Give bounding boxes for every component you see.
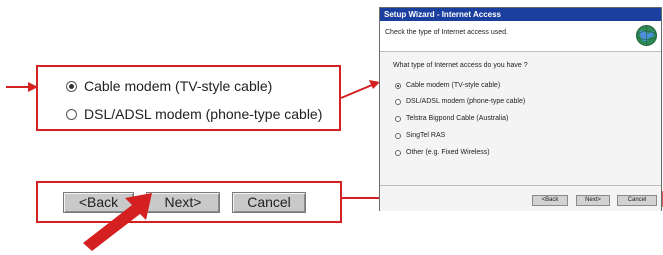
wizard-question: What type of Internet access do you have…	[393, 62, 528, 69]
radio-checked-icon[interactable]	[395, 82, 401, 89]
radio-unchecked-icon[interactable]	[395, 115, 401, 122]
wizard-subtitle: Check the type of Internet access used.	[385, 29, 508, 36]
radio-unchecked-icon[interactable]	[66, 108, 77, 120]
setup-wizard-window: Setup Wizard - Internet Access Check the…	[379, 7, 662, 211]
wizard-footer: <Back Next> Cancel	[380, 185, 661, 211]
wizard-option-other[interactable]: Other (e.g. Fixed Wireless)	[395, 149, 490, 156]
wizard-option-dsl[interactable]: DSL/ADSL modem (phone-type cable)	[395, 98, 525, 105]
wizard-back-button[interactable]: <Back	[532, 195, 568, 206]
zoom-cancel-button[interactable]: Cancel	[232, 192, 306, 213]
wizard-body: What type of Internet access do you have…	[380, 52, 661, 195]
radio-unchecked-icon[interactable]	[395, 98, 401, 105]
wizard-cancel-button[interactable]: Cancel	[617, 195, 657, 206]
pointer-arrow-icon	[83, 193, 152, 251]
zoom-option-dsl[interactable]: DSL/ADSL modem (phone-type cable)	[66, 106, 322, 122]
wizard-titlebar: Setup Wizard - Internet Access	[380, 8, 661, 21]
wizard-option-label: Telstra Bigpond Cable (Australia)	[406, 115, 509, 122]
wizard-option-label: Cable modem (TV-style cable)	[406, 82, 501, 89]
wizard-option-telstra[interactable]: Telstra Bigpond Cable (Australia)	[395, 115, 508, 122]
wizard-option-label: DSL/ADSL modem (phone-type cable)	[406, 98, 526, 105]
zoom-option-label: Cable modem (TV-style cable)	[84, 78, 273, 94]
zoom-option-label: DSL/ADSL modem (phone-type cable)	[84, 106, 323, 122]
radio-unchecked-icon[interactable]	[395, 149, 401, 156]
wizard-option-cable[interactable]: Cable modem (TV-style cable)	[395, 82, 500, 89]
wizard-option-label: Other (e.g. Fixed Wireless)	[406, 149, 490, 156]
wizard-header: Check the type of Internet access used.	[380, 21, 661, 52]
wizard-option-label: SingTel RAS	[406, 132, 446, 139]
radio-checked-icon[interactable]	[66, 80, 77, 92]
radio-unchecked-icon[interactable]	[395, 132, 401, 139]
wizard-option-singtel[interactable]: SingTel RAS	[395, 132, 445, 139]
wizard-next-button[interactable]: Next>	[576, 195, 610, 206]
zoom-option-cable[interactable]: Cable modem (TV-style cable)	[66, 78, 272, 94]
globe-icon	[636, 25, 657, 46]
radio-options-callout: Cable modem (TV-style cable) DSL/ADSL mo…	[36, 65, 341, 131]
